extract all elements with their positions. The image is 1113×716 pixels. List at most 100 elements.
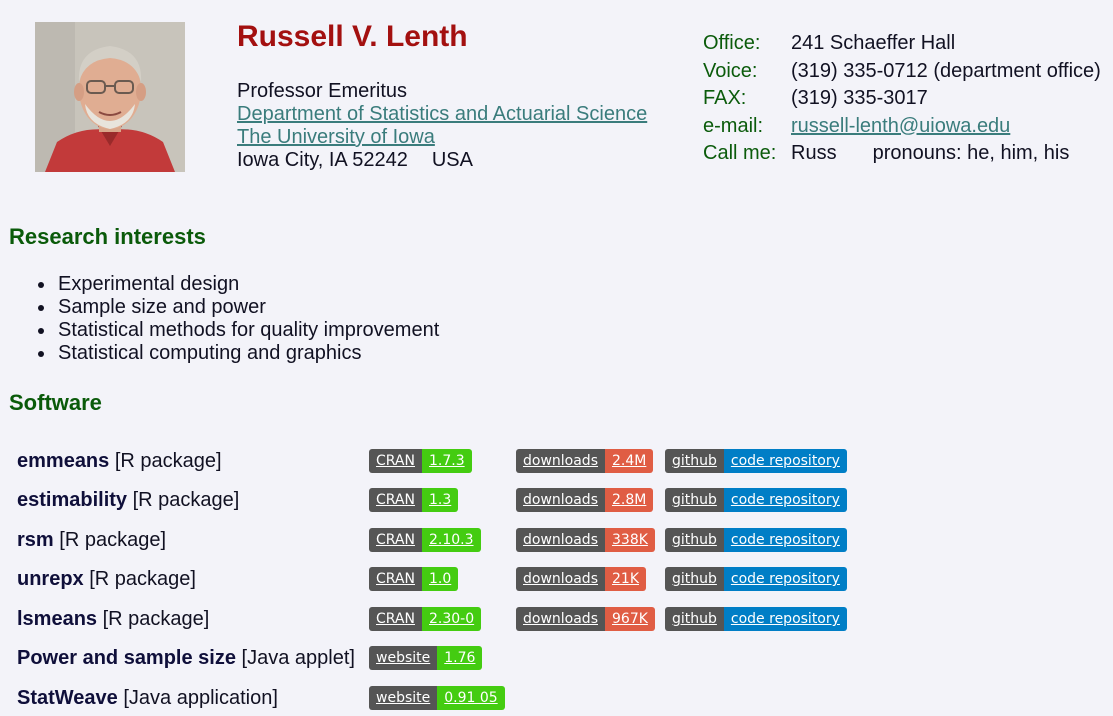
software-kind: [R package] [102, 608, 210, 630]
software-kind: [R package] [114, 450, 222, 472]
software-row-lsmeans: lsmeans [R package] CRAN 2.30-0 downloads… [17, 606, 1107, 632]
badge-label: github [665, 607, 724, 631]
software-row-emmeans: emmeans [R package] CRAN 1.7.3 downloads 2… [17, 448, 1107, 474]
cran-version-badge[interactable]: CRAN 1.0 [369, 567, 459, 591]
list-item: Statistical methods for quality improvem… [37, 319, 440, 341]
badge-label: github [665, 528, 724, 552]
badge-value: code repository [723, 528, 847, 552]
downloads-badge[interactable]: downloads 967K [516, 607, 655, 631]
badge-label: github [665, 567, 724, 591]
badge-label: CRAN [369, 528, 422, 552]
office-value: 241 Schaeffer Hall [791, 32, 956, 54]
city-text: Iowa City, IA 52242 [237, 149, 408, 171]
badge-label: website [369, 646, 438, 670]
software-row-rsm: rsm [R package] CRAN 2.10.3 downloads 338K… [17, 527, 1107, 553]
software-name: lsmeans [17, 608, 98, 630]
software-name: StatWeave [17, 687, 118, 709]
software-kind: [Java applet] [241, 647, 355, 669]
software-name: unrepx [17, 568, 84, 590]
list-item: Experimental design [37, 273, 439, 296]
software-kind: [R package] [89, 568, 196, 590]
email-link[interactable]: russell-lenth@uiowa.edu [791, 115, 1010, 137]
software-title: lsmeans [R package] [17, 606, 209, 632]
software-name: emmeans [17, 450, 110, 472]
university-link[interactable]: The University of Iowa [237, 126, 435, 148]
downloads-badge[interactable]: downloads 2.8M [516, 488, 654, 512]
country-text: USA [431, 149, 473, 171]
software-title: StatWeave [Java application] [17, 685, 278, 711]
badge-value: 338K [605, 528, 655, 552]
profile-photo [35, 22, 185, 172]
github-badge[interactable]: github code repository [665, 607, 847, 631]
badge-value: 1.3 [422, 488, 459, 512]
badge-value: code repository [723, 488, 847, 512]
fax-label: FAX: [703, 87, 747, 109]
badge-value: 1.76 [437, 646, 483, 670]
badge-value: 2.30-0 [422, 607, 482, 631]
badge-value: code repository [723, 567, 847, 591]
contact-table: Office: 241 Schaeffer Hall Voice: (319) … [703, 30, 1101, 168]
cran-version-badge[interactable]: CRAN 1.7.3 [369, 449, 472, 473]
cran-version-badge[interactable]: CRAN 1.3 [369, 488, 459, 512]
badge-value: 2.4M [605, 449, 654, 473]
badge-value: 967K [605, 607, 655, 631]
software-row-unrepx: unrepx [R package] CRAN 1.0 downloads 21K … [17, 566, 1107, 592]
research-list: Experimental design Sample size and powe… [37, 273, 440, 365]
cran-version-badge[interactable]: CRAN 2.30-0 [369, 607, 482, 631]
badge-label: CRAN [369, 488, 422, 512]
github-badge[interactable]: github code repository [665, 488, 847, 512]
badge-label: github [665, 449, 724, 473]
list-item: Statistical computing and graphics [37, 342, 439, 365]
badge-value: code repository [723, 449, 847, 473]
software-title: rsm [R package] [17, 527, 166, 553]
badge-value: 2.8M [605, 488, 654, 512]
badge-label: downloads [516, 567, 605, 591]
callme-label: Call me: [703, 142, 777, 164]
address-block: Professor Emeritus Department of Statist… [237, 80, 647, 172]
github-badge[interactable]: github code repository [665, 449, 847, 473]
list-item: Sample size and power [37, 296, 439, 319]
software-row-estimability: estimability [R package] CRAN 1.3 downloa… [17, 487, 1107, 513]
downloads-badge[interactable]: downloads 338K [516, 528, 655, 552]
badge-value: 1.7.3 [422, 449, 472, 473]
badge-value: 1.0 [422, 567, 459, 591]
badge-label: downloads [516, 449, 605, 473]
voice-label: Voice: [703, 59, 758, 82]
software-title: unrepx [R package] [17, 566, 196, 592]
department-link[interactable]: Department of Statistics and Actuarial S… [237, 103, 647, 125]
software-name: Power and sample size [17, 647, 236, 669]
badge-value: 21K [605, 567, 646, 591]
badge-label: downloads [516, 528, 605, 552]
software-title: Power and sample size [Java applet] [17, 645, 355, 671]
badge-label: website [369, 686, 438, 710]
github-badge[interactable]: github code repository [665, 567, 847, 591]
cran-version-badge[interactable]: CRAN 2.10.3 [369, 528, 481, 552]
badge-label: CRAN [369, 607, 422, 631]
software-row-power-sample-size: Power and sample size [Java applet] webs… [17, 645, 1107, 671]
voice-value: (319) 335-0712 (department office) [791, 59, 1101, 82]
pronouns-text: pronouns: he, him, his [872, 142, 1070, 164]
badge-label: github [665, 488, 724, 512]
website-version-badge[interactable]: website 1.76 [369, 646, 483, 670]
office-label: Office: [703, 32, 761, 54]
badge-label: CRAN [369, 449, 422, 473]
software-kind: [Java application] [123, 687, 278, 709]
badge-label: downloads [516, 607, 605, 631]
downloads-badge[interactable]: downloads 2.4M [516, 449, 654, 473]
research-heading: Research interests [9, 224, 206, 249]
job-title: Professor Emeritus [237, 80, 408, 102]
badge-value: code repository [723, 607, 847, 631]
badge-value: 0.91 05 [437, 686, 505, 710]
callme-value: Russ [791, 142, 837, 164]
downloads-badge[interactable]: downloads 21K [516, 567, 646, 591]
software-kind: [R package] [59, 529, 166, 551]
fax-value: (319) 335-3017 [791, 87, 928, 109]
website-version-badge[interactable]: website 0.91 05 [369, 686, 505, 710]
software-kind: [R package] [132, 489, 240, 511]
badge-label: CRAN [369, 567, 422, 591]
github-badge[interactable]: github code repository [665, 528, 847, 552]
software-name: rsm [17, 529, 54, 551]
software-heading: Software [9, 390, 102, 415]
software-row-statweave: StatWeave [Java application] website 0.91… [17, 685, 1107, 711]
badge-value: 2.10.3 [422, 528, 481, 552]
